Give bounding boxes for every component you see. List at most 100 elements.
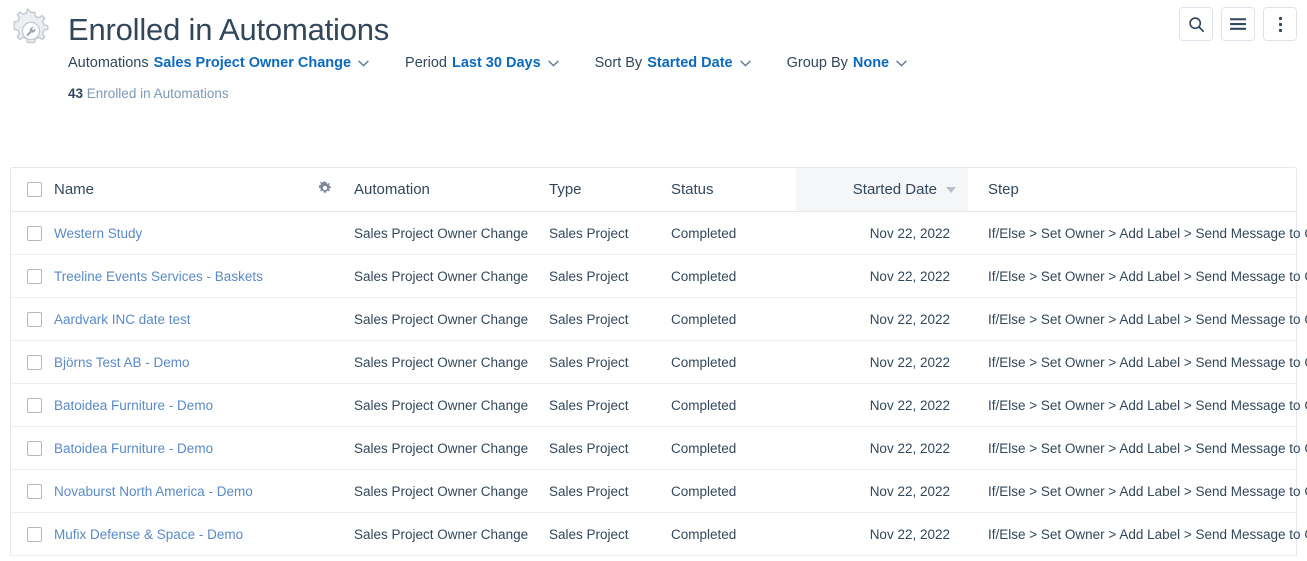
cell-automation: Sales Project Owner Change bbox=[354, 225, 529, 241]
cell-type: Sales Project bbox=[549, 354, 629, 370]
filter-sort-by[interactable]: Sort By Started Date bbox=[595, 55, 751, 71]
table-row[interactable]: Novaburst North America - Demo Sales Proj… bbox=[11, 470, 1307, 513]
automation-gear-icon bbox=[8, 8, 54, 54]
record-name-link[interactable]: Treeline Events Services - Baskets bbox=[54, 269, 263, 284]
column-header-status-label: Status bbox=[671, 181, 714, 198]
select-all-checkbox[interactable] bbox=[27, 182, 42, 197]
cell-started-date: Nov 22, 2022 bbox=[869, 397, 950, 413]
row-checkbox[interactable] bbox=[27, 483, 42, 499]
record-name-link[interactable]: Mufix Defense & Space - Demo bbox=[54, 527, 243, 542]
cell-spacer bbox=[296, 255, 354, 297]
cell-status: Completed bbox=[671, 268, 737, 284]
column-header-status[interactable]: Status bbox=[671, 168, 796, 211]
column-header-automation[interactable]: Automation bbox=[354, 168, 549, 211]
table-row[interactable]: Mufix Defense & Space - Demo Sales Projec… bbox=[11, 513, 1307, 556]
cell-started-date: Nov 22, 2022 bbox=[869, 526, 950, 542]
sort-descending-icon[interactable] bbox=[946, 186, 956, 193]
cell-started-date: Nov 22, 2022 bbox=[869, 225, 950, 241]
cell-started-date: Nov 22, 2022 bbox=[869, 354, 950, 370]
search-icon bbox=[1188, 16, 1205, 33]
cell-step: If/Else > Set Owner > Add Label > Send M… bbox=[968, 341, 1307, 383]
filter-period-value[interactable]: Last 30 Days bbox=[452, 55, 541, 71]
row-checkbox[interactable] bbox=[27, 440, 42, 456]
cell-status: Completed bbox=[671, 440, 737, 456]
column-header-name[interactable]: Name bbox=[11, 168, 296, 211]
record-name-link[interactable]: Aardvark INC date test bbox=[54, 312, 191, 327]
table-row[interactable]: Treeline Events Services - Baskets Sales … bbox=[11, 255, 1307, 298]
filter-automations-label: Automations bbox=[68, 55, 149, 71]
cell-step: If/Else > Set Owner > Add Label > Send M… bbox=[968, 212, 1307, 254]
cell-type: Sales Project bbox=[549, 440, 629, 456]
table-row[interactable]: Björns Test AB - Demo Sales Project Owner… bbox=[11, 341, 1307, 384]
cell-status: Completed bbox=[671, 354, 737, 370]
cell-type: Sales Project bbox=[549, 268, 629, 284]
menu-button[interactable] bbox=[1221, 7, 1255, 41]
cell-name: Aardvark INC date test bbox=[11, 298, 296, 340]
column-settings-button[interactable] bbox=[296, 168, 354, 211]
record-name-link[interactable]: Western Study bbox=[54, 226, 142, 241]
table-row[interactable]: Aardvark INC date test Sales Project Owne… bbox=[11, 298, 1307, 341]
filter-sort-by-value[interactable]: Started Date bbox=[647, 55, 732, 71]
cell-started-date: Nov 22, 2022 bbox=[869, 268, 950, 284]
cell-started-date: Nov 22, 2022 bbox=[869, 483, 950, 499]
cell-name: Mufix Defense & Space - Demo bbox=[11, 513, 296, 555]
cell-automation: Sales Project Owner Change bbox=[354, 311, 529, 327]
filter-automations-value[interactable]: Sales Project Owner Change bbox=[154, 55, 351, 71]
record-count-number: 43 bbox=[68, 86, 84, 101]
hamburger-icon bbox=[1229, 17, 1247, 31]
record-name-link[interactable]: Novaburst North America - Demo bbox=[54, 484, 253, 499]
column-header-step-label: Step bbox=[988, 181, 1019, 198]
column-header-step[interactable]: Step bbox=[968, 168, 1307, 211]
table-header-row: Name Automation Type Status Started Date… bbox=[11, 168, 1296, 212]
cell-started-date: Nov 22, 2022 bbox=[869, 311, 950, 327]
table-row[interactable]: Batoidea Furniture - Demo Sales Project O… bbox=[11, 384, 1307, 427]
cell-status: Completed bbox=[671, 225, 737, 241]
row-checkbox[interactable] bbox=[27, 268, 42, 284]
filter-group-by[interactable]: Group By None bbox=[787, 55, 908, 71]
cell-status: Completed bbox=[671, 483, 737, 499]
filter-period[interactable]: Period Last 30 Days bbox=[405, 55, 559, 71]
cell-name: Björns Test AB - Demo bbox=[11, 341, 296, 383]
record-name-link[interactable]: Batoidea Furniture - Demo bbox=[54, 441, 213, 456]
cell-automation: Sales Project Owner Change bbox=[354, 397, 529, 413]
cell-spacer bbox=[296, 427, 354, 469]
row-checkbox[interactable] bbox=[27, 397, 42, 413]
gear-icon bbox=[318, 180, 332, 199]
filter-automations[interactable]: Automations Sales Project Owner Change bbox=[68, 55, 369, 71]
step-text: If/Else > Set Owner > Add Label > Send M… bbox=[988, 268, 1307, 284]
chevron-down-icon[interactable] bbox=[547, 60, 559, 67]
column-header-started-date-label: Started Date bbox=[852, 181, 937, 198]
record-name-link[interactable]: Björns Test AB - Demo bbox=[54, 355, 190, 370]
filter-period-label: Period bbox=[405, 55, 447, 71]
chevron-down-icon[interactable] bbox=[739, 60, 751, 67]
chevron-down-icon[interactable] bbox=[358, 60, 369, 67]
column-header-name-label: Name bbox=[54, 181, 95, 198]
table-row[interactable]: Batoidea Furniture - Demo Sales Project O… bbox=[11, 427, 1307, 470]
cell-type: Sales Project bbox=[549, 311, 629, 327]
row-checkbox[interactable] bbox=[27, 354, 42, 370]
column-header-type[interactable]: Type bbox=[549, 168, 671, 211]
more-options-button[interactable] bbox=[1263, 7, 1297, 41]
row-checkbox[interactable] bbox=[27, 225, 42, 241]
step-text: If/Else > Set Owner > Add Label > Send M… bbox=[988, 526, 1307, 542]
filter-group-by-value[interactable]: None bbox=[853, 55, 889, 71]
page-header: Enrolled in Automations Automations Sale… bbox=[0, 0, 1307, 160]
filter-group-by-label: Group By bbox=[786, 55, 848, 71]
cell-started-date: Nov 22, 2022 bbox=[869, 440, 950, 456]
header-actions bbox=[1179, 7, 1297, 41]
cell-spacer bbox=[296, 341, 354, 383]
column-header-started-date[interactable]: Started Date bbox=[796, 168, 968, 211]
cell-name: Novaburst North America - Demo bbox=[11, 470, 296, 512]
title-block: Enrolled in Automations Automations Sale… bbox=[68, 10, 1147, 101]
cell-name: Batoidea Furniture - Demo bbox=[11, 384, 296, 426]
record-name-link[interactable]: Batoidea Furniture - Demo bbox=[54, 398, 213, 413]
step-text: If/Else > Set Owner > Add Label > Send M… bbox=[988, 225, 1307, 241]
search-button[interactable] bbox=[1179, 7, 1213, 41]
row-checkbox[interactable] bbox=[27, 311, 42, 327]
cell-type: Sales Project bbox=[549, 397, 629, 413]
row-checkbox[interactable] bbox=[27, 526, 42, 542]
cell-step: If/Else > Set Owner > Add Label > Send M… bbox=[968, 470, 1307, 512]
cell-spacer bbox=[296, 384, 354, 426]
chevron-down-icon[interactable] bbox=[896, 60, 907, 67]
table-row[interactable]: Western Study Sales Project Owner Change S… bbox=[11, 212, 1307, 255]
